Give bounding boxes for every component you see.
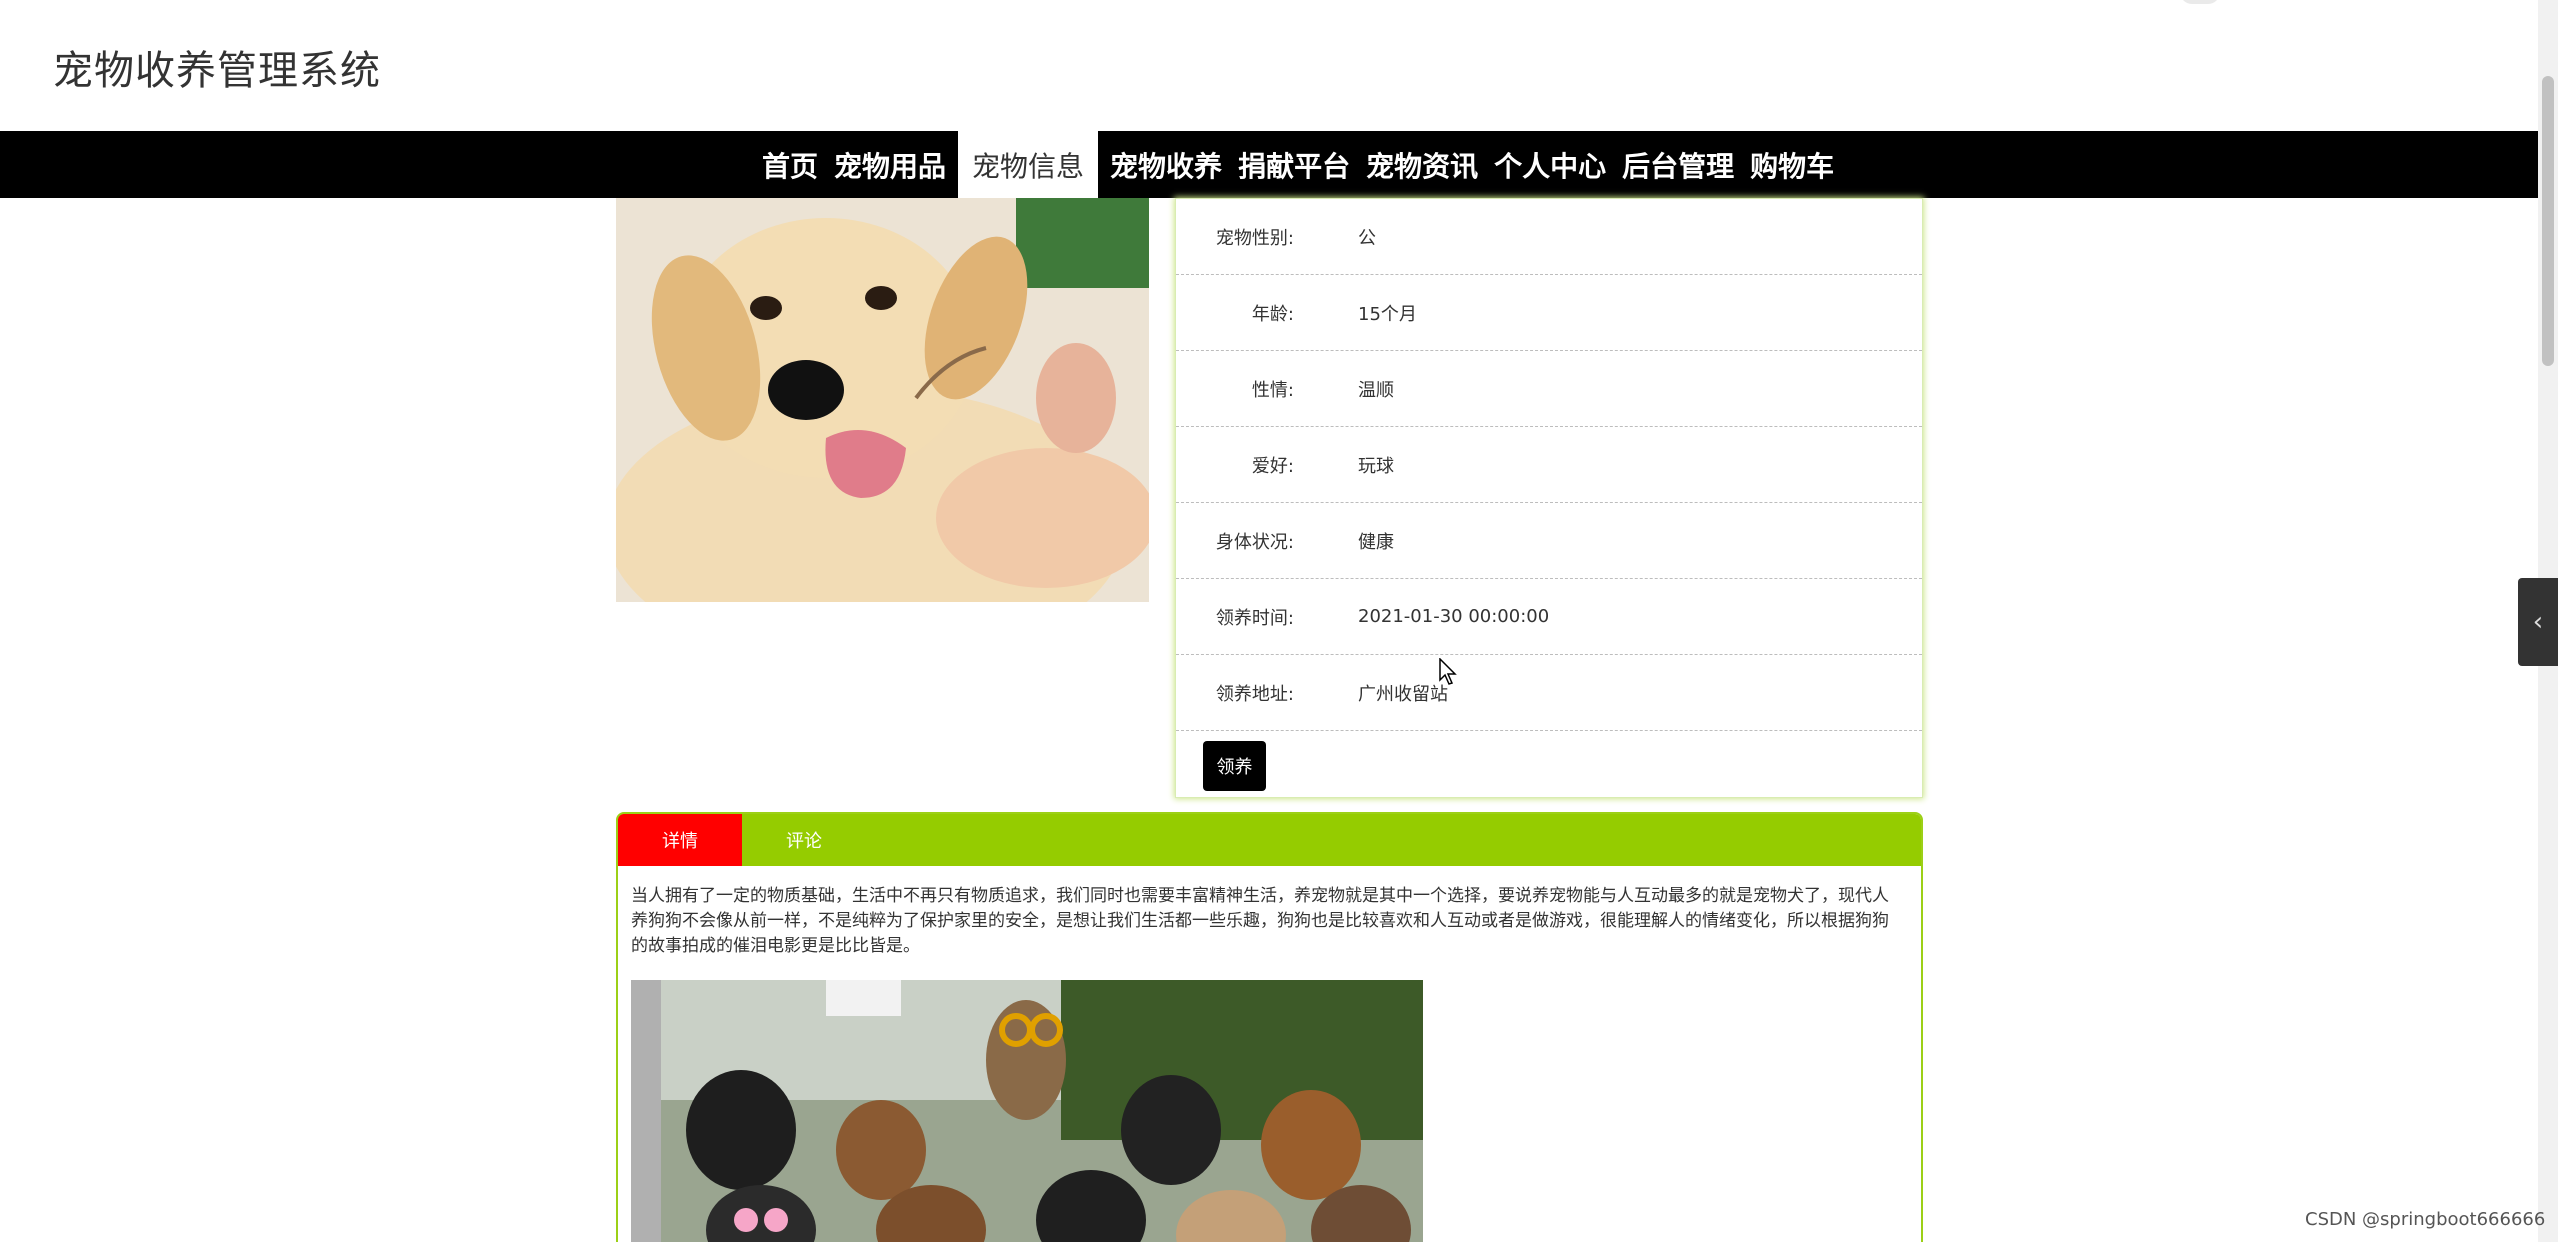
chevron-left-icon[interactable]: ‹	[2518, 578, 2558, 666]
pet-photo	[616, 198, 1149, 602]
detail-text: 当人拥有了一定的物质基础，生活中不再只有物质追求，我们同时也需要丰富精神生活，养…	[631, 886, 1889, 956]
info-row-temperament: 性情: 温顺	[1176, 351, 1922, 427]
nav-item-pet-adoption[interactable]: 宠物收养	[1102, 131, 1230, 198]
main-nav: 首页 宠物用品 宠物信息 宠物收养 捐献平台 宠物资讯 个人中心 后台管理 购物…	[0, 131, 2538, 198]
info-label: 性情:	[1251, 379, 1294, 401]
adopt-button[interactable]: 领养	[1203, 741, 1266, 791]
info-label: 年龄:	[1251, 303, 1294, 325]
info-label: 身体状况:	[1215, 531, 1294, 553]
nav-item-admin[interactable]: 后台管理	[1614, 131, 1742, 198]
tab-comments[interactable]: 评论	[742, 814, 866, 866]
info-value: 温顺	[1358, 379, 1394, 401]
nav-list: 首页 宠物用品 宠物信息 宠物收养 捐献平台 宠物资讯 个人中心 后台管理 购物…	[754, 131, 1842, 198]
puppy-image	[616, 198, 1149, 602]
nav-item-home[interactable]: 首页	[754, 131, 826, 198]
info-value: 2021-01-30 00:00:00	[1358, 606, 1550, 627]
dogs-group-image	[631, 980, 1423, 1242]
info-label: 领养时间:	[1215, 607, 1294, 629]
nav-item-personal-center[interactable]: 个人中心	[1486, 131, 1614, 198]
tab-bar: 详情 评论	[618, 814, 1921, 866]
pet-info-panel: 宠物性别: 公 年龄: 15个月 性情: 温顺 爱好: 玩球 身体状况: 健康 …	[1175, 198, 1923, 798]
info-value: 玩球	[1358, 455, 1394, 477]
info-value: 广州收留站	[1358, 683, 1448, 705]
page: 宠物收养管理系统 首页 宠物用品 宠物信息 宠物收养 捐献平台 宠物资讯 个人中…	[0, 0, 2558, 1242]
info-row-health: 身体状况: 健康	[1176, 503, 1922, 579]
nav-item-pet-supplies[interactable]: 宠物用品	[826, 131, 954, 198]
mouse-cursor-icon	[1439, 658, 1457, 685]
info-row-adopt-time: 领养时间: 2021-01-30 00:00:00	[1176, 579, 1922, 655]
nav-item-pet-info[interactable]: 宠物信息	[958, 131, 1099, 198]
nav-item-pet-news[interactable]: 宠物资讯	[1358, 131, 1486, 198]
detail-photo	[631, 980, 1423, 1242]
scrollbar-thumb[interactable]	[2542, 76, 2554, 366]
tab-details[interactable]: 详情	[618, 814, 742, 866]
info-value: 公	[1358, 227, 1376, 249]
info-row-gender: 宠物性别: 公	[1176, 199, 1922, 275]
info-value: 15个月	[1358, 303, 1417, 325]
top-decoration	[2180, 0, 2220, 4]
info-label: 领养地址:	[1215, 683, 1294, 705]
detail-tabs-panel: 详情 评论 当人拥有了一定的物质基础，生活中不再只有物质追求，我们同时也需要丰富…	[616, 812, 1923, 1242]
watermark: CSDN @springboot666666	[2305, 1209, 2546, 1230]
info-label: 宠物性别:	[1215, 227, 1294, 249]
nav-item-cart[interactable]: 购物车	[1742, 131, 1842, 198]
info-row-adopt-address: 领养地址: 广州收留站	[1176, 655, 1922, 731]
site-title: 宠物收养管理系统	[53, 48, 381, 94]
info-value: 健康	[1358, 531, 1394, 553]
info-row-age: 年龄: 15个月	[1176, 275, 1922, 351]
info-row-hobby: 爱好: 玩球	[1176, 427, 1922, 503]
nav-item-donation[interactable]: 捐献平台	[1230, 131, 1358, 198]
info-label: 爱好:	[1251, 455, 1294, 477]
